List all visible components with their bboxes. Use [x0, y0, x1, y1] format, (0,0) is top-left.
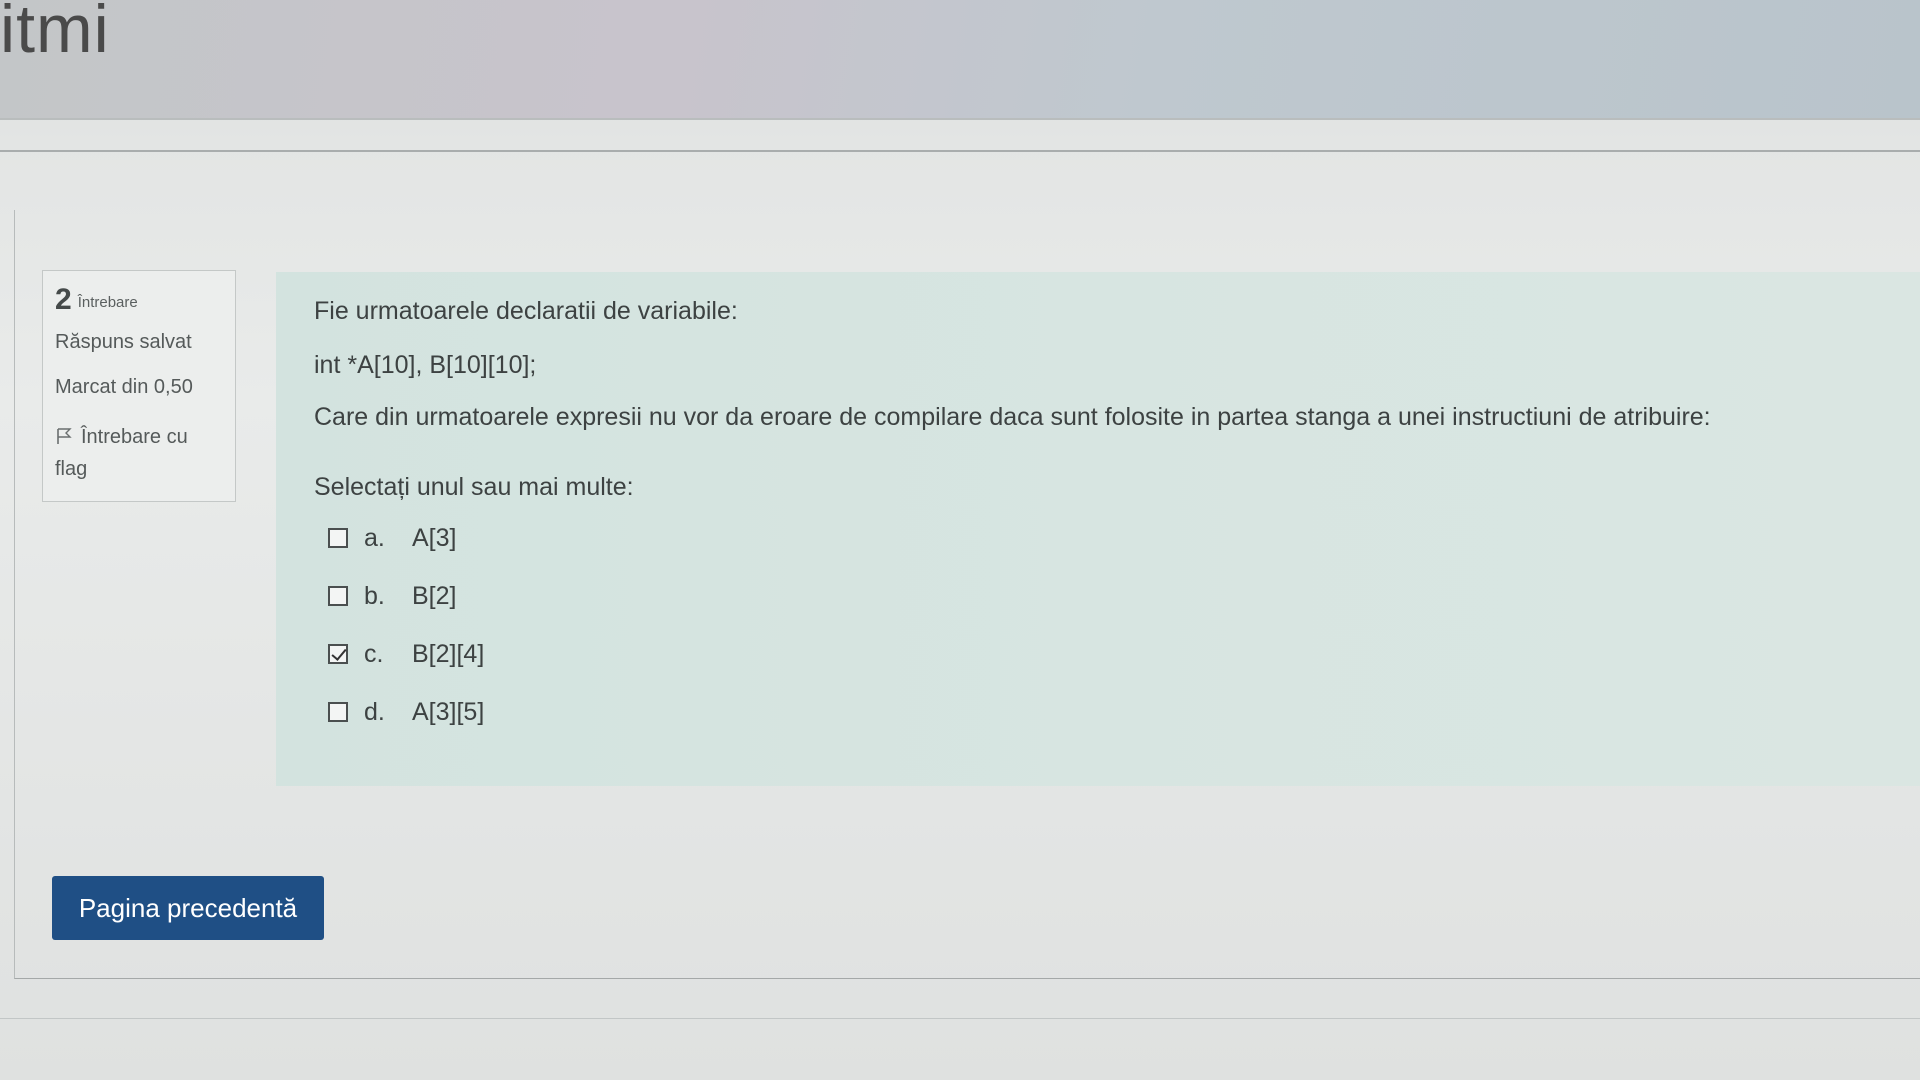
question-content: Fie urmatoarele declaratii de variabile:…	[276, 272, 1920, 786]
checkbox-b[interactable]	[328, 586, 348, 606]
question-number: 2	[55, 283, 72, 316]
question-marks: Marcat din 0,50	[55, 376, 193, 398]
checkbox-c[interactable]	[328, 644, 348, 664]
answer-status: Răspuns salvat	[55, 331, 192, 353]
option-letter: c.	[364, 639, 384, 668]
question-label: Întrebare	[77, 294, 138, 311]
header-divider	[0, 150, 1920, 152]
option-letter: a.	[364, 523, 385, 552]
question-code: int *A[10], B[10][10];	[314, 351, 537, 379]
answer-option-d[interactable]: d. A[3][5]	[328, 692, 1882, 732]
answer-option-c[interactable]: c. B[2][4]	[328, 634, 1882, 674]
flag-question-link[interactable]: Întrebare cu flag	[55, 421, 223, 485]
previous-page-button[interactable]: Pagina precedentă	[52, 876, 324, 940]
question-info-panel: 2 Întrebare Răspuns salvat Marcat din 0,5…	[42, 270, 236, 502]
question-text: Fie urmatoarele declaratii de variabile:	[314, 297, 738, 325]
question-number-line: 2 Întrebare	[55, 283, 223, 317]
option-text[interactable]: B[2]	[412, 582, 456, 611]
option-letter: d.	[364, 697, 385, 726]
flag-label[interactable]: Întrebare cu flag	[55, 426, 188, 480]
checkbox-a[interactable]	[328, 528, 348, 548]
option-text[interactable]: A[3]	[412, 524, 456, 553]
question-prompt: Care din urmatoarele expresii nu vor da …	[314, 403, 1711, 431]
checkbox-d[interactable]	[328, 702, 348, 722]
option-text[interactable]: B[2][4]	[412, 640, 484, 669]
flag-icon[interactable]	[55, 423, 73, 444]
option-text[interactable]: A[3][5]	[412, 698, 484, 727]
select-instruction: Selectați unul sau mai multe:	[314, 473, 634, 501]
answer-option-b[interactable]: b. B[2]	[328, 576, 1882, 616]
answer-option-a[interactable]: a. A[3]	[328, 518, 1882, 558]
footer-divider	[0, 1018, 1920, 1019]
option-letter: b.	[364, 581, 385, 610]
header-banner: itmi	[0, 0, 1920, 120]
quiz-page: itmi 2 Întrebare Răspuns salvat Marcat di…	[0, 0, 1920, 1080]
page-title: itmi	[0, 0, 110, 67]
